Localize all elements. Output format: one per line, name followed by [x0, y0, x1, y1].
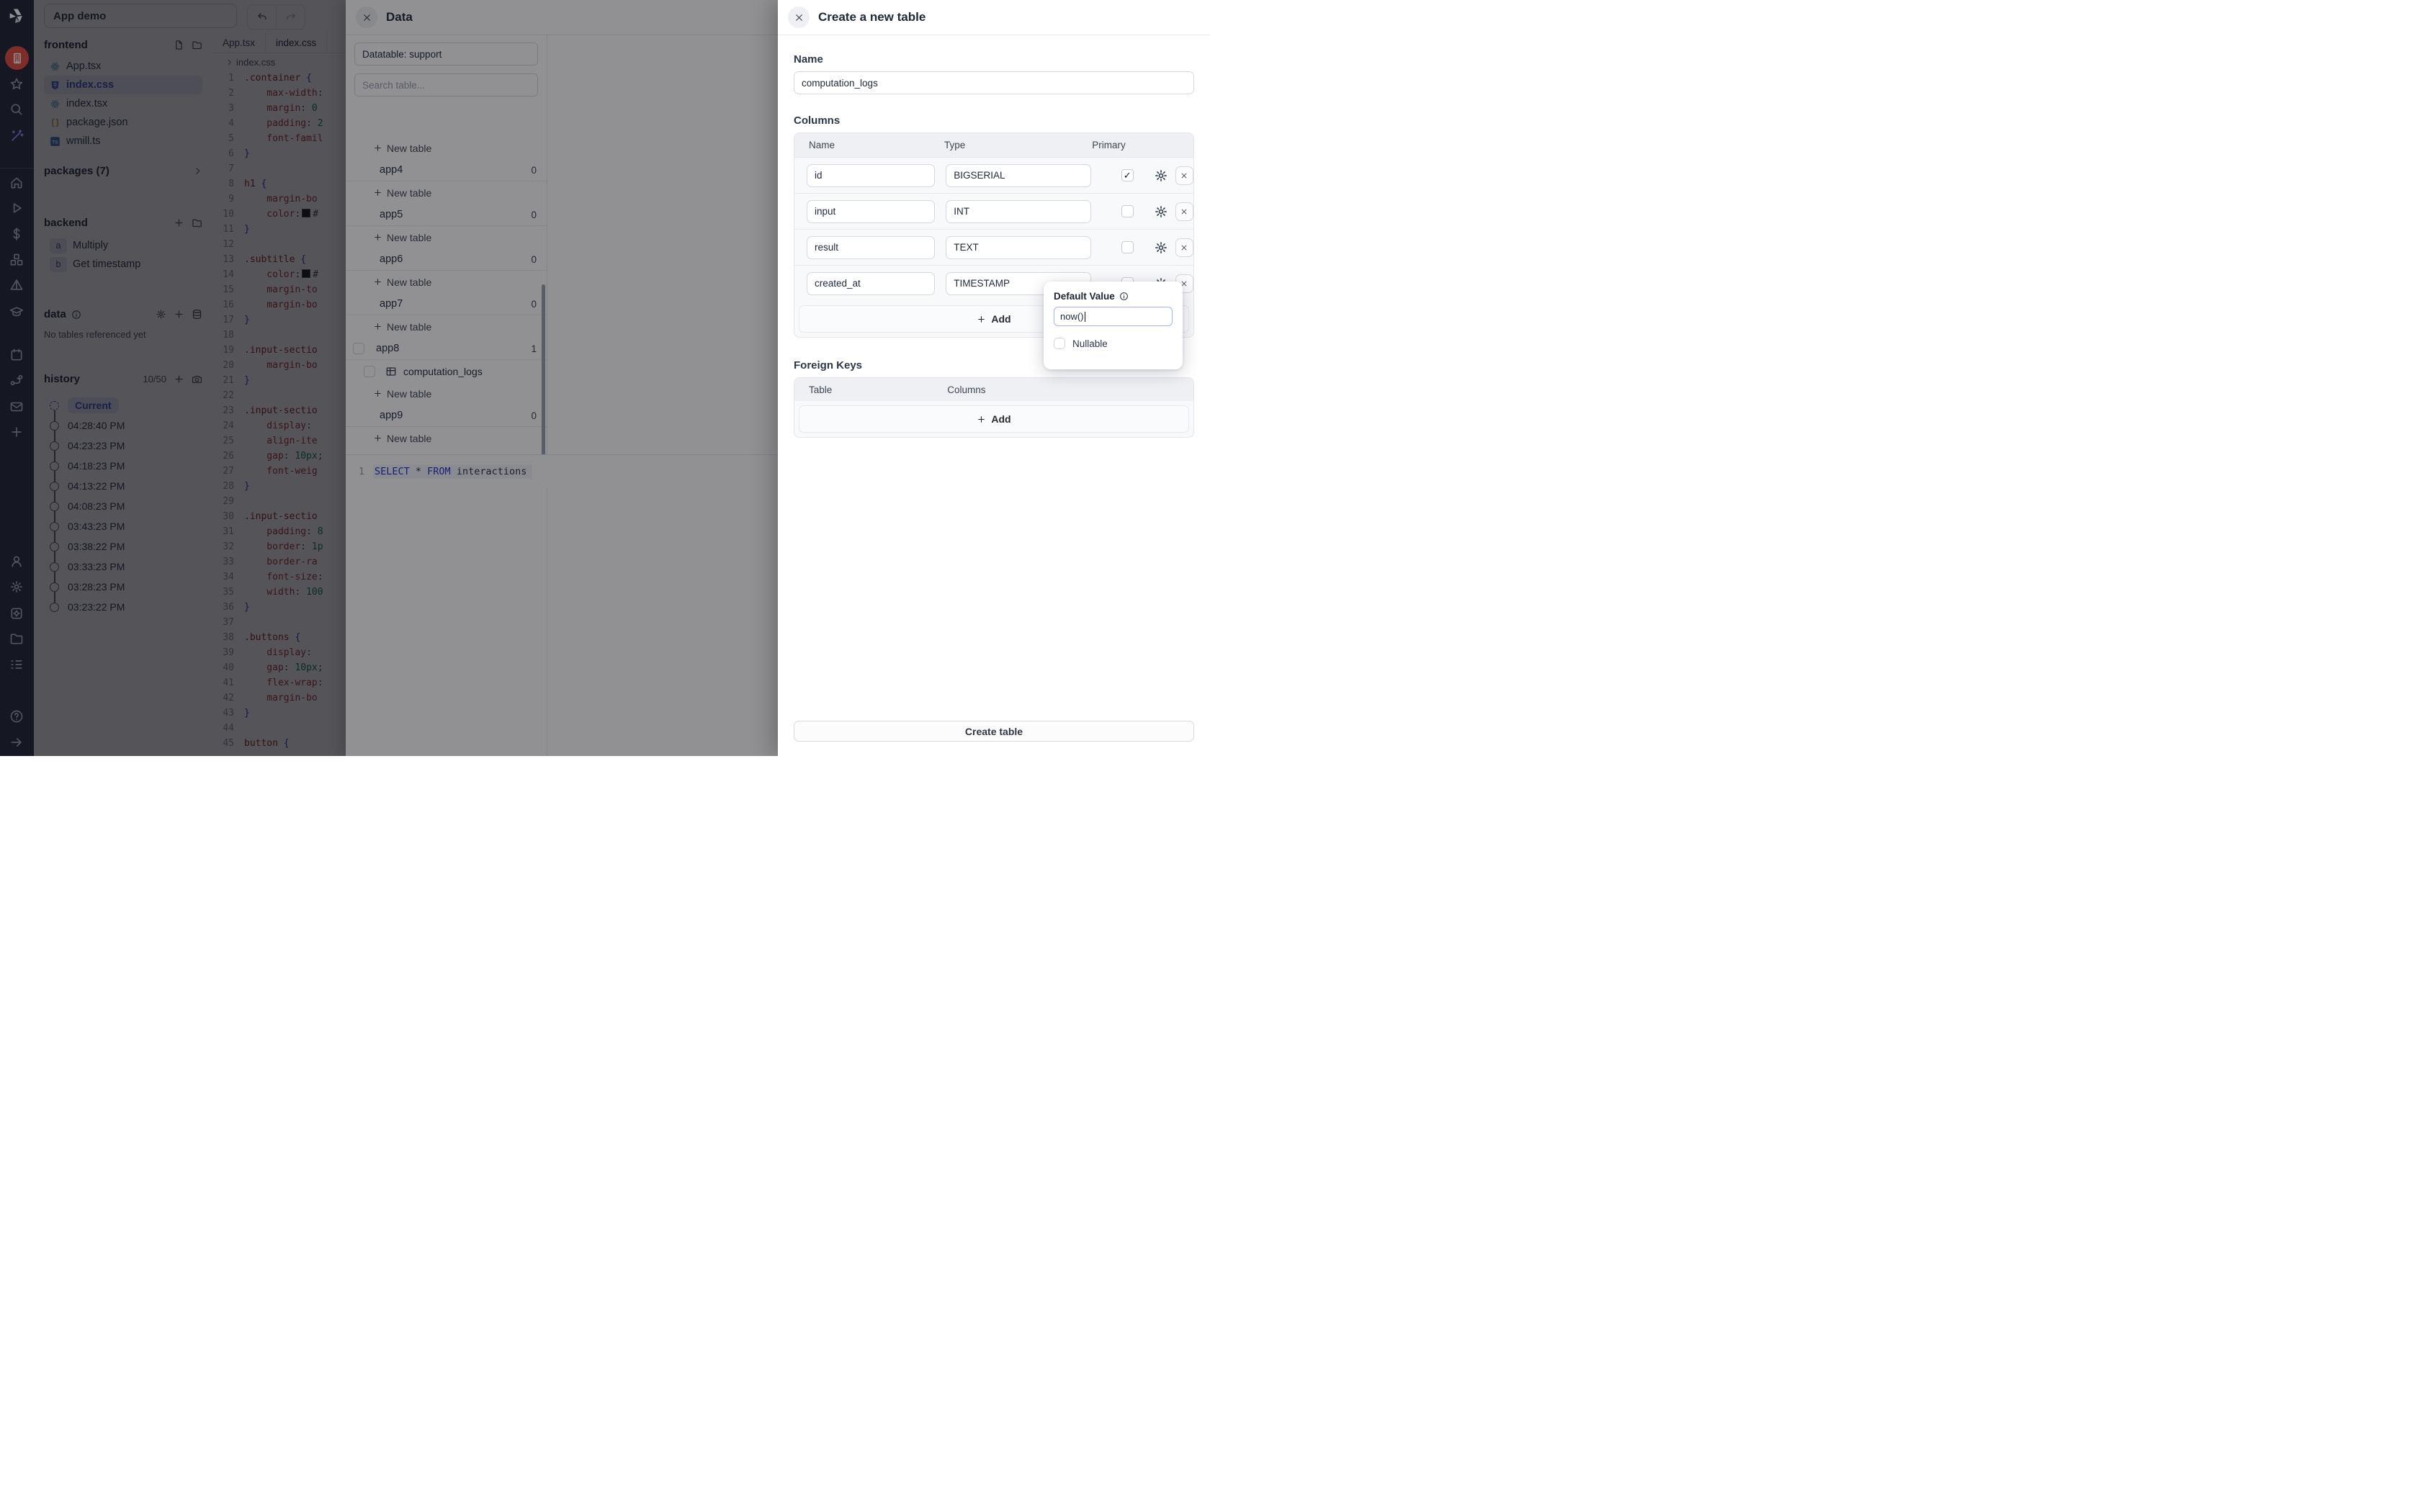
create-table-drawer: Create a new table Name computation_logs… — [778, 0, 1210, 756]
nullable-checkbox[interactable] — [1054, 338, 1065, 349]
fk-header-columns: Columns — [947, 384, 985, 395]
create-table-header: Create a new table — [778, 0, 1210, 35]
default-value-text: now() — [1060, 311, 1084, 322]
windmill-app-editor: App demo frontend App.tsxindex.cssindex.… — [0, 0, 1210, 756]
column-row-id: id BIGSERIAL ✓ — [794, 157, 1193, 193]
x-icon — [1180, 244, 1188, 251]
column-settings-popup: Default Value now() Nullable — [1044, 282, 1183, 369]
add-column-label: Add — [991, 313, 1010, 325]
plus-icon — [977, 415, 986, 424]
column-settings-icon[interactable] — [1154, 168, 1168, 183]
column-row-input: input INT — [794, 193, 1193, 229]
column-name-input[interactable]: result — [807, 236, 935, 259]
fk-header-table: Table — [809, 384, 832, 395]
column-settings-icon[interactable] — [1154, 204, 1168, 219]
foreign-keys-table: Table Columns Add — [794, 377, 1194, 438]
name-label: Name — [794, 53, 1194, 66]
remove-column-button[interactable] — [1175, 238, 1193, 257]
add-foreign-key-button[interactable]: Add — [799, 405, 1189, 433]
column-name-input[interactable]: input — [807, 200, 935, 223]
default-value-label: Default Value — [1054, 291, 1115, 302]
col-header-primary: Primary — [1092, 140, 1126, 150]
col-header-type: Type — [944, 140, 965, 150]
default-value-input[interactable]: now() — [1054, 307, 1173, 326]
x-icon — [1180, 172, 1188, 179]
create-table-backdrop[interactable] — [0, 0, 778, 756]
nullable-label: Nullable — [1072, 338, 1108, 349]
columns-table-header: Name Type Primary — [794, 133, 1193, 157]
info-icon — [1119, 292, 1129, 301]
create-table-title: Create a new table — [818, 10, 926, 24]
column-name-input[interactable]: id — [807, 164, 935, 187]
columns-label: Columns — [794, 114, 1194, 127]
close-icon — [794, 13, 804, 22]
col-header-name: Name — [809, 140, 835, 150]
plus-icon — [977, 315, 986, 324]
column-settings-icon[interactable] — [1154, 240, 1168, 255]
column-row-result: result TEXT — [794, 229, 1193, 265]
x-icon — [1180, 208, 1188, 215]
primary-checkbox[interactable] — [1121, 205, 1134, 217]
column-type-input[interactable]: TEXT — [946, 236, 1091, 259]
primary-checkbox[interactable]: ✓ — [1121, 169, 1134, 181]
remove-column-button[interactable] — [1175, 166, 1193, 185]
column-name-input[interactable]: created_at — [807, 272, 935, 295]
fk-table-header: Table Columns — [794, 378, 1193, 401]
create-table-button[interactable]: Create table — [794, 721, 1194, 742]
column-type-input[interactable]: INT — [946, 200, 1091, 223]
table-name-input[interactable]: computation_logs — [794, 71, 1194, 94]
add-fk-label: Add — [991, 413, 1010, 425]
close-create-table-button[interactable] — [788, 6, 810, 28]
remove-column-button[interactable] — [1175, 202, 1193, 221]
column-type-input[interactable]: BIGSERIAL — [946, 164, 1091, 187]
primary-checkbox[interactable] — [1121, 241, 1134, 253]
